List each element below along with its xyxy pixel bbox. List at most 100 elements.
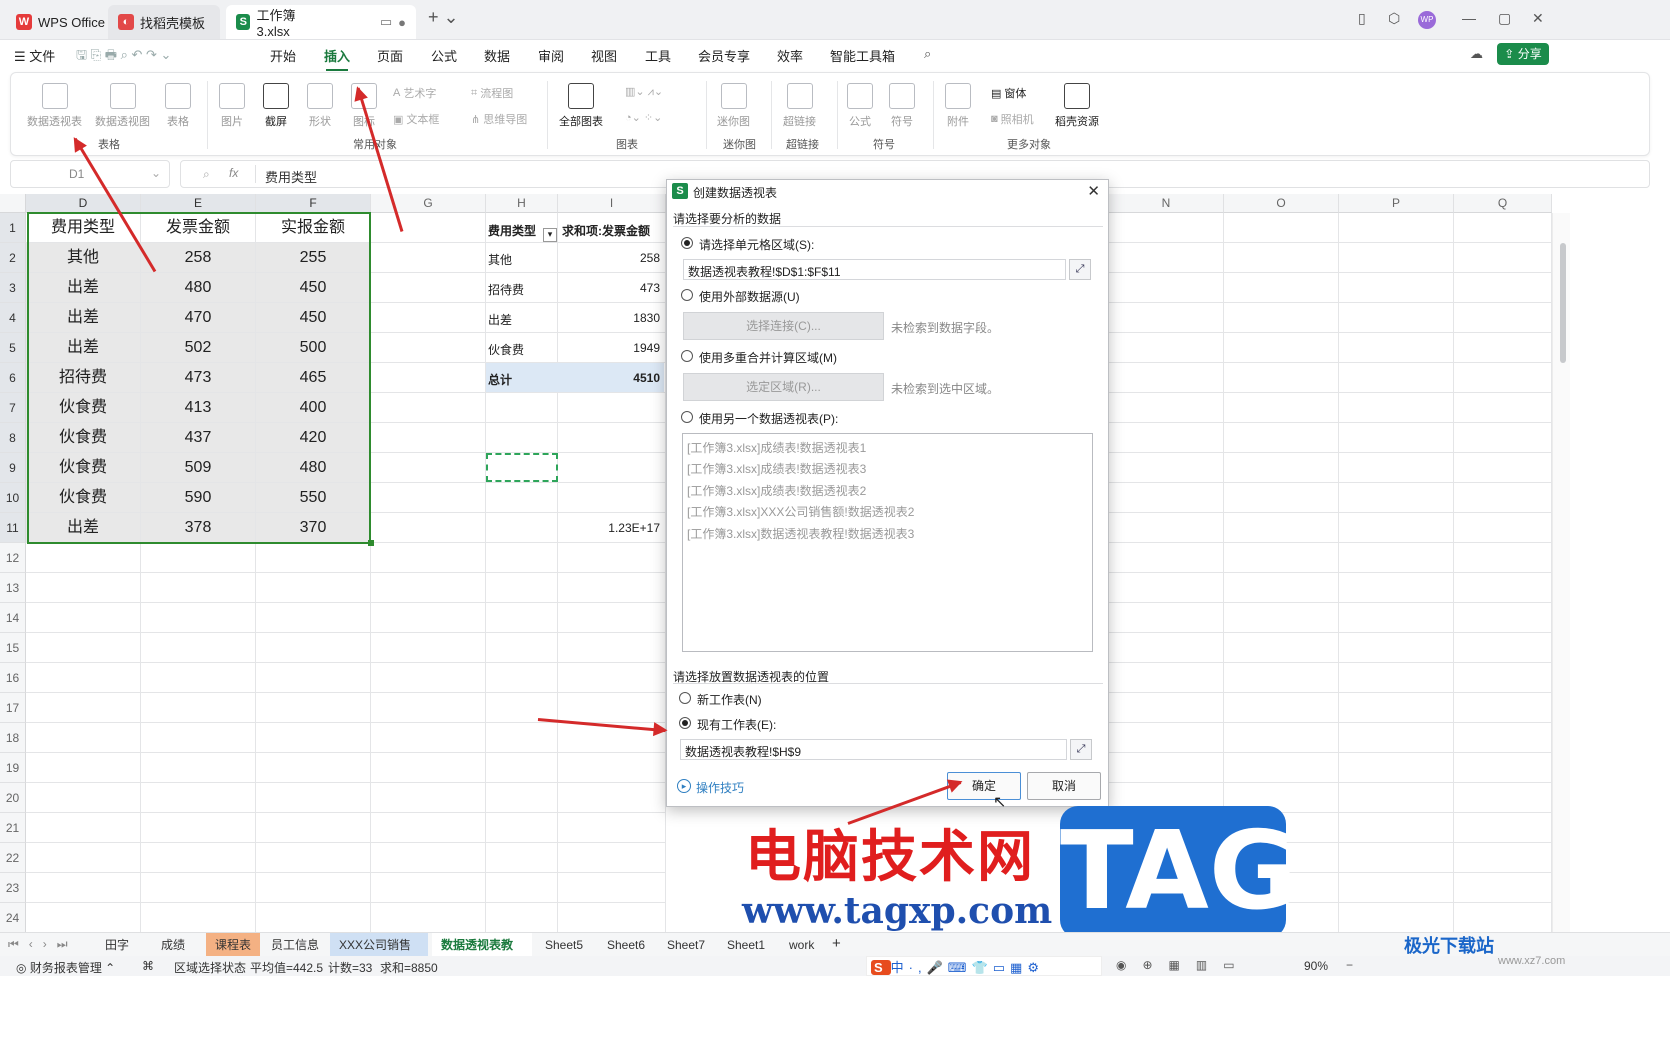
table-cell[interactable]: 450: [256, 273, 371, 303]
list-item[interactable]: [工作簿3.xlsx]XXX公司销售额!数据透视表2: [687, 503, 914, 520]
bar-chart-icon[interactable]: ▥⌄ ⩘⌄: [625, 85, 663, 99]
menu-tools[interactable]: 工具: [645, 46, 671, 65]
row-header[interactable]: 17: [0, 693, 26, 723]
grid-cell[interactable]: [1339, 783, 1454, 813]
grid-cell[interactable]: [1224, 303, 1339, 333]
pivot-value[interactable]: 258: [600, 251, 660, 265]
radio-multiple-ranges[interactable]: [681, 350, 693, 362]
pivot-row-label[interactable]: 出差: [488, 311, 512, 328]
menu-data[interactable]: 数据: [484, 46, 510, 65]
table-cell[interactable]: 出差: [26, 273, 141, 303]
sheet-tab[interactable]: Sheet5: [536, 933, 594, 957]
close-icon[interactable]: ✕: [1532, 10, 1544, 27]
close-icon[interactable]: ✕: [1087, 182, 1100, 200]
grid-cell[interactable]: [371, 903, 486, 933]
pivot-value[interactable]: 4510: [600, 371, 660, 385]
grid-cell[interactable]: [371, 273, 486, 303]
grid-cell[interactable]: [26, 723, 141, 753]
grid-cell[interactable]: [1339, 753, 1454, 783]
grid-cell[interactable]: [1454, 393, 1552, 423]
grid-cell[interactable]: [1339, 513, 1454, 543]
row-header[interactable]: 5: [0, 333, 26, 363]
grid-cell[interactable]: [486, 513, 558, 543]
grid-cell[interactable]: [1224, 273, 1339, 303]
row-header[interactable]: 13: [0, 573, 26, 603]
row-header[interactable]: 14: [0, 603, 26, 633]
grid-cell[interactable]: [1224, 693, 1339, 723]
row-header[interactable]: 10: [0, 483, 26, 513]
grid-cell[interactable]: [371, 723, 486, 753]
row-header[interactable]: 11: [0, 513, 26, 543]
grid-cell[interactable]: [256, 693, 371, 723]
grid-cell[interactable]: [558, 573, 666, 603]
tab-workbook[interactable]: S 工作簿3.xlsx ▭ ●: [226, 5, 416, 39]
wordart-button[interactable]: A 艺术字: [393, 85, 436, 101]
table-cell[interactable]: 伙食费: [26, 483, 141, 513]
grid-cell[interactable]: [1339, 663, 1454, 693]
add-sheet-icon[interactable]: +: [832, 935, 841, 952]
list-item[interactable]: [工作簿3.xlsx]成绩表!数据透视表1: [687, 439, 866, 456]
grid-cell[interactable]: [256, 723, 371, 753]
grid-cell[interactable]: [26, 753, 141, 783]
grid-cell[interactable]: [1454, 783, 1552, 813]
grid-cell[interactable]: [1224, 603, 1339, 633]
grid-cell[interactable]: [1454, 453, 1552, 483]
grid-cell[interactable]: [558, 693, 666, 723]
table-cell[interactable]: 500: [256, 333, 371, 363]
row-header[interactable]: 19: [0, 753, 26, 783]
grid-cell[interactable]: [1339, 363, 1454, 393]
grid-cell[interactable]: [371, 573, 486, 603]
grid-cell[interactable]: [558, 813, 666, 843]
row-header[interactable]: 9: [0, 453, 26, 483]
radio-other-pivot[interactable]: [681, 411, 693, 423]
column-header[interactable]: Q: [1454, 194, 1552, 213]
menu-smart-tools[interactable]: 智能工具箱: [830, 46, 895, 65]
sheet-tab[interactable]: Sheet1: [718, 933, 776, 957]
ime-toolbar[interactable]: S 中·,🎤⌨👕▭▦⚙: [866, 956, 1102, 976]
cancel-button[interactable]: 取消: [1027, 772, 1101, 800]
grid-cell[interactable]: [26, 813, 141, 843]
grid-cell[interactable]: [486, 483, 558, 513]
grid-cell[interactable]: [256, 753, 371, 783]
formula-button[interactable]: 公式: [847, 83, 873, 129]
tab-navigation-icons[interactable]: ⏮‹›⏭: [8, 937, 78, 952]
grid-cell[interactable]: [1109, 453, 1224, 483]
radio-new-sheet[interactable]: [679, 692, 691, 704]
form-button[interactable]: ▤ 窗体: [991, 85, 1026, 101]
sheet-tab[interactable]: 数据透视表教程: [432, 933, 532, 976]
share-button[interactable]: ⇪ 分享: [1497, 43, 1549, 65]
grid-cell[interactable]: [1224, 423, 1339, 453]
grid-cell[interactable]: [1454, 603, 1552, 633]
grid-cell[interactable]: [486, 543, 558, 573]
grid-cell[interactable]: [141, 903, 256, 933]
pivot-chart-button[interactable]: 数据透视图: [95, 83, 150, 129]
row-header[interactable]: 23: [0, 873, 26, 903]
grid-cell[interactable]: [486, 843, 558, 873]
grid-cell[interactable]: [1109, 393, 1224, 423]
new-tab-icon[interactable]: + ⌄: [428, 7, 459, 28]
grid-cell[interactable]: [26, 843, 141, 873]
column-header[interactable]: H: [486, 194, 558, 213]
grid-cell[interactable]: [486, 393, 558, 423]
grid-cell[interactable]: [1109, 363, 1224, 393]
minimize-icon[interactable]: —: [1462, 10, 1476, 26]
file-menu[interactable]: ☰ 文件: [14, 46, 55, 65]
pivot-row-label[interactable]: 其他: [488, 251, 512, 268]
grid-cell[interactable]: [26, 873, 141, 903]
grid-cell[interactable]: [371, 213, 486, 243]
zoom-minus-icon[interactable]: −: [1346, 958, 1353, 972]
row-header[interactable]: 3: [0, 273, 26, 303]
table-cell[interactable]: 出差: [26, 303, 141, 333]
grid-cell[interactable]: [1109, 213, 1224, 243]
column-header[interactable]: P: [1339, 194, 1454, 213]
grid-cell[interactable]: [558, 633, 666, 663]
table-cell[interactable]: 伙食费: [26, 393, 141, 423]
grid-cell[interactable]: [1109, 753, 1224, 783]
cell-value[interactable]: 1.23E+17: [600, 521, 660, 535]
grid-cell[interactable]: [1224, 573, 1339, 603]
grid-cell[interactable]: [1109, 273, 1224, 303]
grid-cell[interactable]: [26, 573, 141, 603]
quick-access-icons[interactable]: 🖫 ⎘ 🖶 ⌕ ↶ ↷ ⌄: [76, 46, 171, 68]
grid-cell[interactable]: [1339, 303, 1454, 333]
grid-cell[interactable]: [1109, 603, 1224, 633]
